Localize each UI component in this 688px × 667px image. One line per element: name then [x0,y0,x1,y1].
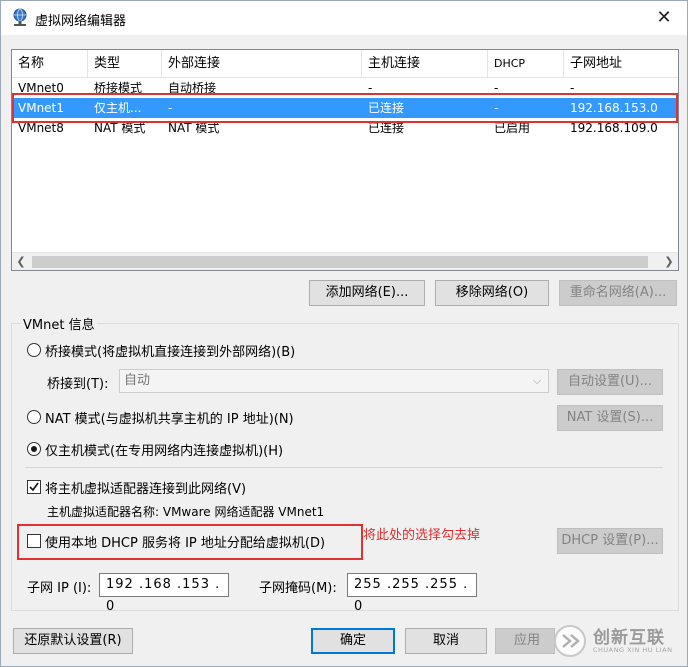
host-only-mode-label: 仅主机模式(在专用网络内连接虚拟机)(H) [45,444,284,459]
nat-settings-button[interactable]: NAT 设置(S)... [557,405,663,431]
list-header: 名称 类型 外部连接 主机连接 DHCP 子网地址 [12,50,678,78]
subnet-ip-input[interactable]: 192 .168 .153 . 0 [99,573,229,614]
adapter-name-label: 主机虚拟适配器名称: VMware 网络适配器 VMnet1 [47,505,325,519]
network-globe-icon [13,8,27,26]
column-header-type[interactable]: 类型 [88,50,162,78]
host-only-mode-radio[interactable] [27,442,41,456]
bridged-to-value: 自动 [124,373,151,388]
title-bar: 虚拟网络编辑器 ✕ [1,1,687,35]
window-title: 虚拟网络编辑器 [35,14,127,29]
bridged-to-label: 桥接到(T): [47,377,109,392]
scroll-right-icon[interactable]: ❯ [660,253,678,270]
logo-icon [554,625,586,657]
virtual-network-editor-window: 虚拟网络编辑器 ✕ 名称 类型 外部连接 主机连接 DHCP 子网地址 VMne… [0,0,688,667]
connect-adapter-label: 将主机虚拟适配器连接到此网络(V) [45,482,247,497]
cancel-button[interactable]: 取消 [405,628,487,654]
bridged-to-select[interactable]: 自动 ⌵ [119,369,549,393]
watermark-text-en: CHUANG XIN HU LIAN [593,646,673,654]
nat-mode-radio[interactable] [27,410,41,424]
divider [25,467,663,468]
apply-button[interactable]: 应用 [495,628,555,654]
column-header-dhcp[interactable]: DHCP [488,50,564,78]
restore-defaults-button[interactable]: 还原默认设置(R) [13,628,133,654]
rename-network-button[interactable]: 重命名网络(A)... [559,280,677,306]
add-network-button[interactable]: 添加网络(E)... [309,280,425,306]
column-header-host[interactable]: 主机连接 [362,50,488,78]
scrollbar-thumb[interactable] [32,256,648,268]
group-title: VMnet 信息 [21,314,97,333]
subnet-mask-input[interactable]: 255 .255 .255 . 0 [347,573,477,614]
column-header-name[interactable]: 名称 [12,50,88,78]
nat-mode-label: NAT 模式(与虚拟机共享主机的 IP 地址)(N) [45,412,294,427]
ok-button[interactable]: 确定 [311,628,395,654]
column-header-external[interactable]: 外部连接 [162,50,362,78]
close-icon[interactable]: ✕ [651,7,677,29]
horizontal-scrollbar[interactable]: ❮ ❯ [12,252,678,270]
dhcp-checkbox[interactable] [27,534,41,548]
watermark-text-cn: 创新互联 [593,628,665,648]
subnet-mask-label: 子网掩码(M): [259,581,337,596]
network-list[interactable]: 名称 类型 外部连接 主机连接 DHCP 子网地址 VMnet0 桥接模式 自动… [11,49,679,271]
bridged-mode-label: 桥接模式(将虚拟机直接连接到外部网络)(B) [45,345,296,360]
chevron-down-icon: ⌵ [532,374,542,387]
remove-network-button[interactable]: 移除网络(O) [435,280,549,306]
watermark-logo: 创新互联 CHUANG XIN HU LIAN [549,621,688,661]
highlight-box-selected-row [12,93,678,123]
annotation-text: 将此处的选择勾去掉 [363,528,481,543]
scroll-left-icon[interactable]: ❮ [12,253,30,270]
subnet-ip-label: 子网 IP (I): [27,581,92,596]
dhcp-settings-button[interactable]: DHCP 设置(P)... [557,528,663,554]
auto-settings-button[interactable]: 自动设置(U)... [557,369,663,395]
bridged-mode-radio[interactable] [27,343,41,357]
column-header-subnet[interactable]: 子网地址 [564,50,678,78]
connect-adapter-checkbox[interactable] [27,480,41,494]
dhcp-label: 使用本地 DHCP 服务将 IP 地址分配给虚拟机(D) [45,536,326,551]
checkmark-icon [29,482,39,492]
